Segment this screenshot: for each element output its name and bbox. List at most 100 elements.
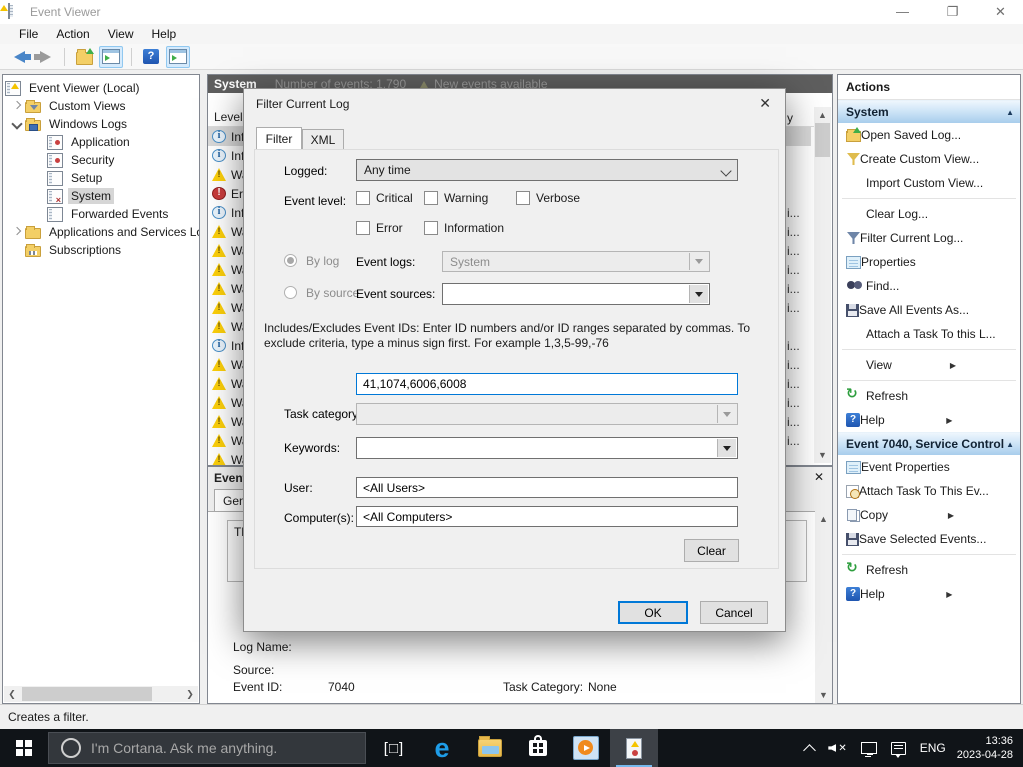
menu-item[interactable]: View: [99, 25, 143, 43]
event-viewer-taskbar-button[interactable]: [610, 729, 658, 767]
action-center-button[interactable]: [884, 729, 913, 767]
checkbox-box[interactable]: [516, 191, 530, 205]
volume-button[interactable]: ✕: [821, 729, 853, 767]
file-explorer-button[interactable]: [466, 729, 514, 767]
dialog-close-icon[interactable]: ✕: [759, 95, 771, 112]
checkbox-box[interactable]: [424, 191, 438, 205]
menu-item[interactable]: File: [10, 25, 47, 43]
scroll-down-icon[interactable]: ▼: [815, 687, 832, 703]
start-button[interactable]: [0, 729, 48, 767]
action-item[interactable]: Refresh: [838, 558, 1020, 582]
action-item[interactable]: Find...: [838, 274, 1020, 298]
tab-xml[interactable]: XML: [302, 129, 344, 151]
scrollbar-thumb[interactable]: [22, 687, 152, 701]
dropdown-arrow-icon[interactable]: [689, 285, 708, 303]
menu-item[interactable]: Action: [47, 25, 98, 43]
tree-item[interactable]: Subscriptions: [3, 241, 199, 259]
tree-item[interactable]: Security: [3, 151, 199, 169]
expander-icon[interactable]: [9, 98, 25, 114]
action-item[interactable]: Copy ▶: [838, 503, 1020, 527]
action-item[interactable]: [838, 346, 1020, 353]
preview-scrollbar[interactable]: ▲ ▼: [815, 511, 832, 703]
level-checkbox[interactable]: Information: [424, 221, 504, 235]
preview-close-icon[interactable]: ✕: [814, 470, 824, 484]
event-row-fragment[interactable]: i...: [787, 241, 811, 260]
level-checkbox[interactable]: Critical: [356, 191, 424, 205]
tree-item[interactable]: System: [3, 187, 199, 205]
scroll-left-icon[interactable]: ❮: [4, 686, 20, 702]
action-item[interactable]: [838, 551, 1020, 558]
cortana-search-box[interactable]: I'm Cortana. Ask me anything.: [48, 732, 366, 764]
action-item[interactable]: Open Saved Log...: [838, 123, 1020, 147]
tray-expand-button[interactable]: [798, 729, 821, 767]
event-ids-input[interactable]: [356, 373, 738, 395]
media-player-button[interactable]: [562, 729, 610, 767]
action-item[interactable]: Create Custom View...: [838, 147, 1020, 171]
scroll-right-icon[interactable]: ❯: [182, 686, 198, 702]
by-source-radio[interactable]: [284, 286, 297, 299]
event-row-fragment[interactable]: [787, 317, 811, 336]
dropdown-arrow-icon[interactable]: [717, 439, 736, 457]
tree-item[interactable]: Custom Views: [3, 97, 199, 115]
close-button[interactable]: ✕: [978, 0, 1023, 24]
tree-item[interactable]: Event Viewer (Local): [3, 79, 199, 97]
keywords-dropdown[interactable]: [356, 437, 738, 459]
event-row-fragment[interactable]: i...: [787, 336, 811, 355]
checkbox-box[interactable]: [356, 191, 370, 205]
action-item[interactable]: Import Custom View...: [838, 171, 1020, 195]
by-log-radio[interactable]: [284, 254, 297, 267]
open-saved-log-button[interactable]: [73, 47, 95, 67]
event-row-fragment[interactable]: i...: [787, 431, 811, 450]
task-view-button[interactable]: [□]: [370, 729, 418, 767]
action-item[interactable]: Properties: [838, 250, 1020, 274]
event-row-fragment[interactable]: i...: [787, 222, 811, 241]
show-action-pane-button[interactable]: [166, 46, 190, 68]
tree-item[interactable]: Application: [3, 133, 199, 151]
action-item[interactable]: Attach Task To This Ev...: [838, 479, 1020, 503]
expander-icon[interactable]: [9, 116, 25, 132]
clock[interactable]: 13:36 2023-04-28: [953, 734, 1023, 762]
checkbox-box[interactable]: [356, 221, 370, 235]
scroll-down-icon[interactable]: ▼: [814, 447, 831, 463]
back-button[interactable]: [8, 47, 30, 67]
restore-button[interactable]: ❐: [930, 0, 975, 24]
scroll-up-icon[interactable]: ▲: [814, 107, 831, 123]
minimize-button[interactable]: —: [880, 0, 925, 24]
action-item[interactable]: View ▶: [838, 353, 1020, 377]
action-item[interactable]: [838, 377, 1020, 384]
level-checkbox[interactable]: Verbose: [516, 191, 580, 205]
show-console-tree-button[interactable]: [99, 46, 123, 68]
network-button[interactable]: [854, 729, 884, 767]
event-row-fragment[interactable]: i...: [787, 203, 811, 222]
forward-button[interactable]: [34, 47, 56, 67]
action-item[interactable]: Clear Log...: [838, 202, 1020, 226]
event-row-fragment[interactable]: i...: [787, 412, 811, 431]
action-item[interactable]: Refresh: [838, 384, 1020, 408]
event-row-fragment[interactable]: [787, 127, 811, 146]
tab-filter[interactable]: Filter: [256, 127, 302, 149]
event-row-fragment[interactable]: [787, 184, 811, 203]
checkbox-box[interactable]: [424, 221, 438, 235]
event-row-fragment[interactable]: [787, 165, 811, 184]
action-item[interactable]: System ▲: [838, 100, 1020, 123]
event-row-fragment[interactable]: [787, 450, 811, 465]
event-row-fragment[interactable]: i...: [787, 279, 811, 298]
computer-input[interactable]: [356, 506, 738, 527]
action-item[interactable]: Save All Events As...: [838, 298, 1020, 322]
scroll-up-icon[interactable]: ▲: [815, 511, 832, 527]
action-item[interactable]: Save Selected Events...: [838, 527, 1020, 551]
event-list-scrollbar[interactable]: ▲ ▼: [814, 107, 831, 463]
logged-dropdown[interactable]: Any time: [356, 159, 738, 181]
action-item[interactable]: [838, 195, 1020, 202]
ok-button[interactable]: OK: [618, 601, 688, 624]
event-row-fragment[interactable]: i...: [787, 298, 811, 317]
expander-icon[interactable]: [9, 224, 25, 240]
event-row-fragment[interactable]: i...: [787, 374, 811, 393]
tree-horizontal-scrollbar[interactable]: ❮ ❯: [4, 686, 198, 702]
edge-button[interactable]: e: [418, 729, 466, 767]
level-checkbox[interactable]: Warning: [424, 191, 516, 205]
tree-item[interactable]: Setup: [3, 169, 199, 187]
store-button[interactable]: [514, 729, 562, 767]
language-indicator[interactable]: ENG: [913, 729, 953, 767]
tree-item[interactable]: Applications and Services Lo: [3, 223, 199, 241]
